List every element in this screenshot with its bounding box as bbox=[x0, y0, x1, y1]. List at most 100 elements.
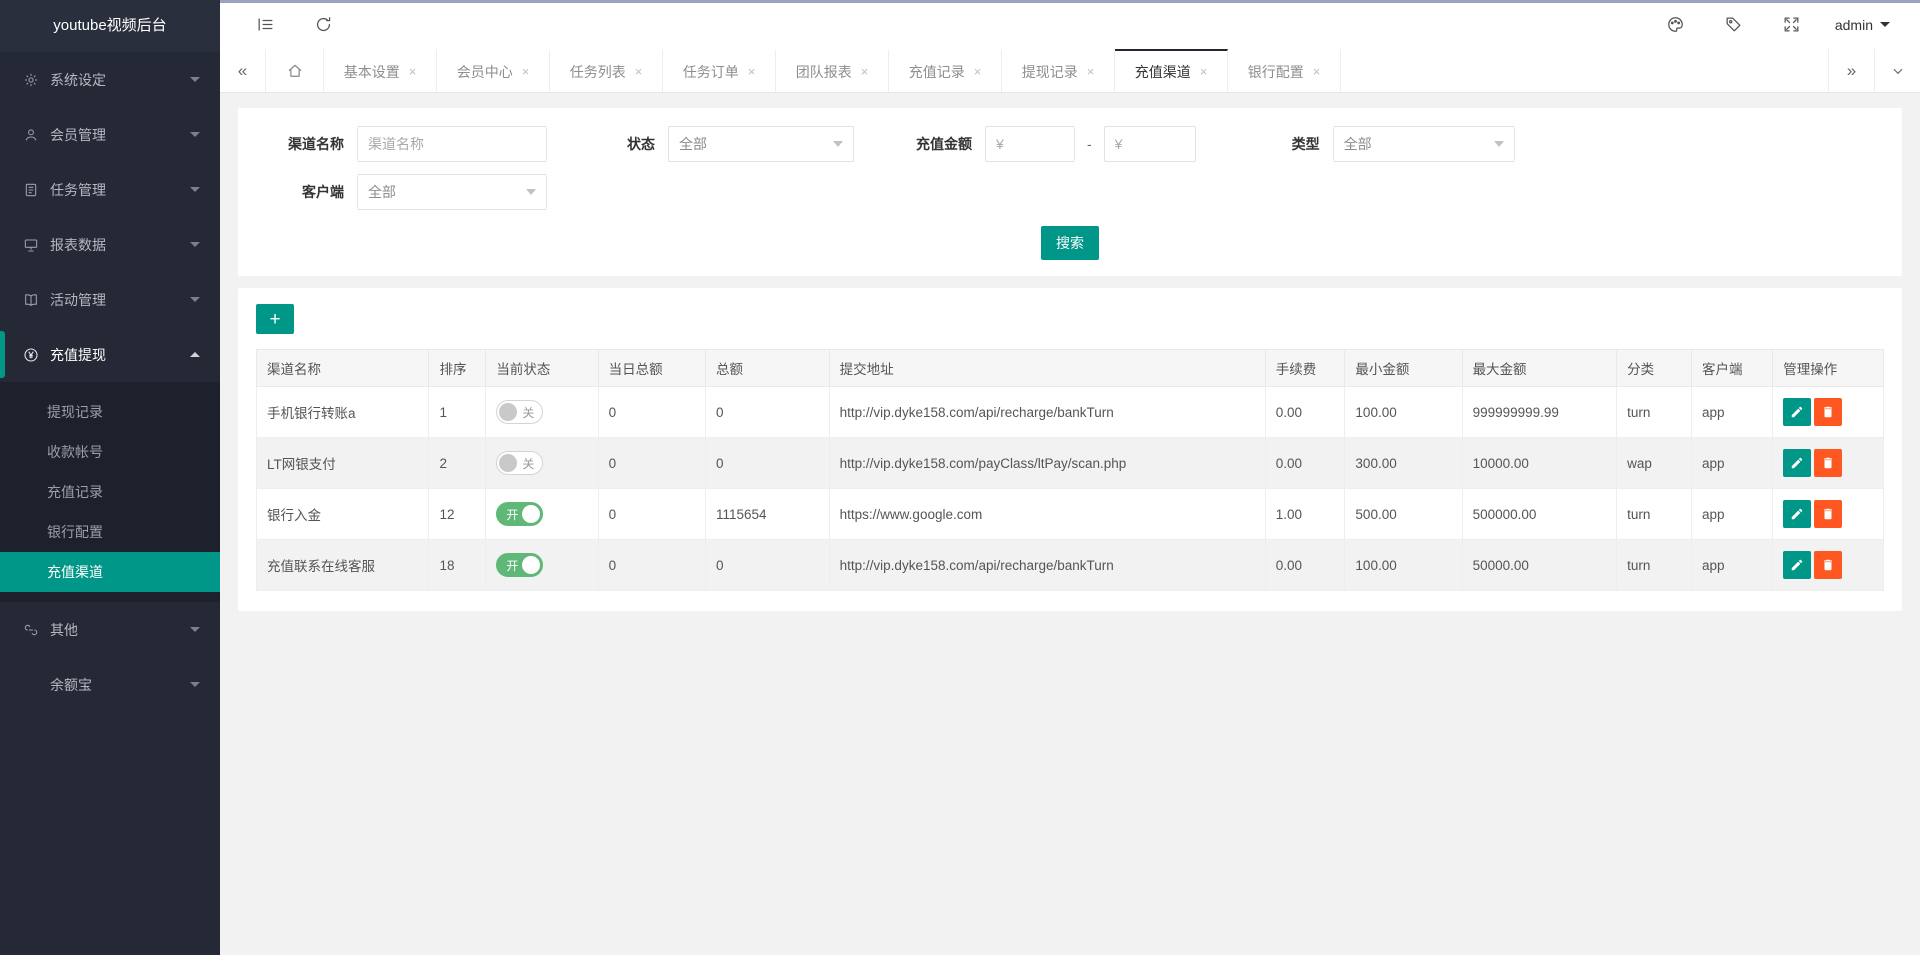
cell-fee: 0.00 bbox=[1265, 540, 1345, 591]
cell-sort: 18 bbox=[429, 540, 486, 591]
sidebar-item-activities[interactable]: 活动管理 bbox=[0, 272, 220, 327]
cell-category: turn bbox=[1617, 387, 1692, 438]
user-menu[interactable]: admin bbox=[1835, 17, 1890, 33]
client-select[interactable]: 全部 bbox=[357, 174, 547, 210]
close-icon[interactable]: × bbox=[861, 65, 869, 78]
tab-team-report[interactable]: 团队报表× bbox=[776, 49, 889, 92]
status-select[interactable]: 全部 bbox=[668, 126, 854, 162]
filter-client: 客户端 全部 bbox=[264, 174, 547, 210]
sidebar-item-tasks[interactable]: 任务管理 bbox=[0, 162, 220, 217]
col-max-amount: 最大金额 bbox=[1462, 350, 1617, 387]
sidebar-item-label: 充值提现 bbox=[50, 345, 190, 365]
cell-actions bbox=[1773, 540, 1884, 591]
status-toggle[interactable]: 开 bbox=[496, 502, 543, 526]
delete-button[interactable] bbox=[1814, 551, 1842, 579]
cell-max-amount: 50000.00 bbox=[1462, 540, 1617, 591]
amount-max-input[interactable] bbox=[1104, 126, 1196, 162]
sidebar-item-members[interactable]: 会员管理 bbox=[0, 107, 220, 162]
sidebar-item-recharge-channels[interactable]: 充值渠道 bbox=[0, 552, 220, 592]
sidebar-item-recharge-withdraw[interactable]: 充值提现 bbox=[0, 327, 220, 382]
amount-min-input[interactable] bbox=[985, 126, 1075, 162]
close-icon[interactable]: × bbox=[1313, 65, 1321, 78]
channels-table-panel: + 渠道名称 排序 当前状态 当日总额 总额 提交地址 手续费 bbox=[238, 288, 1902, 611]
toggle-knob bbox=[499, 403, 517, 421]
status-toggle[interactable]: 开 bbox=[496, 553, 543, 577]
status-toggle[interactable]: 关 bbox=[496, 400, 543, 424]
collapse-sidebar-icon[interactable] bbox=[248, 8, 282, 42]
tab-recharge-records[interactable]: 充值记录× bbox=[889, 49, 1002, 92]
chevron-down-icon bbox=[190, 132, 200, 137]
tab-task-orders[interactable]: 任务订单× bbox=[663, 49, 776, 92]
edit-button[interactable] bbox=[1783, 551, 1811, 579]
tab-task-list[interactable]: 任务列表× bbox=[550, 49, 663, 92]
sidebar-item-receiving-accounts[interactable]: 收款帐号 bbox=[0, 432, 220, 472]
client-label: 客户端 bbox=[264, 182, 344, 202]
trash-icon bbox=[1821, 456, 1835, 470]
sidebar-item-yuebao[interactable]: 余额宝 bbox=[0, 657, 220, 712]
tabs-scroll-right-button[interactable]: » bbox=[1828, 49, 1874, 92]
tab-basic-settings[interactable]: 基本设置× bbox=[324, 49, 437, 92]
page-content: 渠道名称 状态 全部 充值金额 - 类型 bbox=[220, 93, 1920, 955]
close-icon[interactable]: × bbox=[635, 65, 643, 78]
cell-min-amount: 100.00 bbox=[1345, 387, 1462, 438]
tab-withdraw-records[interactable]: 提现记录× bbox=[1002, 49, 1115, 92]
tab-recharge-channels[interactable]: 充值渠道× bbox=[1115, 49, 1228, 92]
cell-status: 开 bbox=[486, 489, 598, 540]
close-icon[interactable]: × bbox=[522, 65, 530, 78]
edit-button[interactable] bbox=[1783, 500, 1811, 528]
edit-button[interactable] bbox=[1783, 398, 1811, 426]
sidebar-item-bank-config[interactable]: 银行配置 bbox=[0, 512, 220, 552]
sidebar-item-recharge-records[interactable]: 充值记录 bbox=[0, 472, 220, 512]
top-header: admin bbox=[220, 0, 1920, 49]
delete-button[interactable] bbox=[1814, 398, 1842, 426]
sidebar-item-label: 报表数据 bbox=[50, 235, 190, 255]
status-toggle[interactable]: 关 bbox=[496, 451, 543, 475]
tab-member-center[interactable]: 会员中心× bbox=[437, 49, 550, 92]
close-icon[interactable]: × bbox=[748, 65, 756, 78]
home-tab[interactable] bbox=[266, 49, 324, 92]
trash-icon bbox=[1821, 405, 1835, 419]
cell-min-amount: 500.00 bbox=[1345, 489, 1462, 540]
type-select[interactable]: 全部 bbox=[1333, 126, 1515, 162]
toggle-knob bbox=[499, 454, 517, 472]
tabs-menu-button[interactable] bbox=[1874, 49, 1920, 92]
close-icon[interactable]: × bbox=[974, 65, 982, 78]
cell-min-amount: 300.00 bbox=[1345, 438, 1462, 489]
chevron-down-icon bbox=[190, 187, 200, 192]
sidebar-item-label: 系统设定 bbox=[50, 70, 190, 90]
cell-submit-url: http://vip.dyke158.com/api/recharge/bank… bbox=[829, 387, 1265, 438]
search-button[interactable]: 搜索 bbox=[1041, 226, 1099, 260]
col-channel-name: 渠道名称 bbox=[257, 350, 429, 387]
cell-daily-total: 0 bbox=[598, 489, 705, 540]
amount-label: 充值金额 bbox=[916, 134, 972, 154]
sidebar: youtube视频后台 系统设定 会员管理 任务管理 报表数据 活动管理 bbox=[0, 0, 220, 955]
chevron-down-icon bbox=[1880, 22, 1890, 27]
edit-button[interactable] bbox=[1783, 449, 1811, 477]
tabs-scroll-left-button[interactable]: « bbox=[220, 49, 266, 92]
channel-name-input[interactable] bbox=[357, 126, 547, 162]
tab-bank-config[interactable]: 银行配置× bbox=[1228, 49, 1341, 92]
tag-icon[interactable] bbox=[1717, 8, 1751, 42]
close-icon[interactable]: × bbox=[409, 65, 417, 78]
sidebar-submenu: 提现记录 收款帐号 充值记录 银行配置 充值渠道 bbox=[0, 382, 220, 602]
app-title: youtube视频后台 bbox=[0, 0, 220, 52]
book-icon bbox=[22, 291, 39, 308]
sidebar-item-withdraw-records[interactable]: 提现记录 bbox=[0, 392, 220, 432]
fullscreen-icon[interactable] bbox=[1775, 8, 1809, 42]
status-select-value: 全部 bbox=[679, 134, 707, 154]
toggle-label: 开 bbox=[506, 506, 518, 523]
cell-total: 0 bbox=[706, 438, 830, 489]
chevron-down-icon bbox=[190, 682, 200, 687]
amount-range-separator: - bbox=[1087, 136, 1092, 152]
sidebar-item-other[interactable]: 其他 bbox=[0, 602, 220, 657]
close-icon[interactable]: × bbox=[1087, 65, 1095, 78]
palette-icon[interactable] bbox=[1659, 8, 1693, 42]
add-channel-button[interactable]: + bbox=[256, 304, 294, 334]
close-icon[interactable]: × bbox=[1200, 65, 1208, 78]
cell-status: 关 bbox=[486, 438, 598, 489]
sidebar-item-system[interactable]: 系统设定 bbox=[0, 52, 220, 107]
delete-button[interactable] bbox=[1814, 500, 1842, 528]
refresh-icon[interactable] bbox=[306, 8, 340, 42]
sidebar-item-reports[interactable]: 报表数据 bbox=[0, 217, 220, 272]
delete-button[interactable] bbox=[1814, 449, 1842, 477]
